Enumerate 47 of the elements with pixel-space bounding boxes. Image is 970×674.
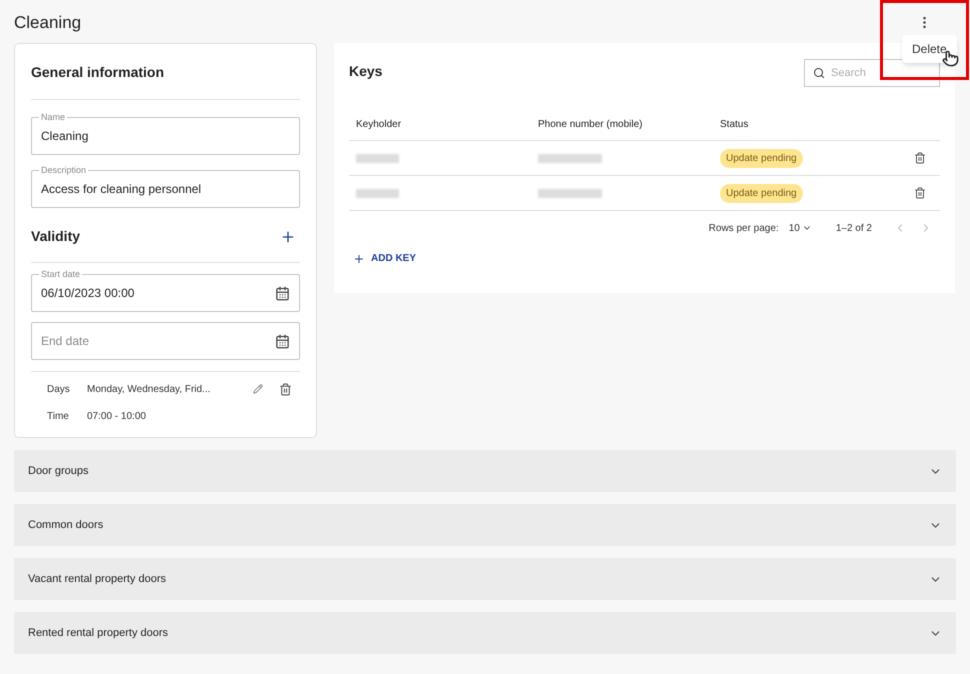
- field-placeholder: End date: [41, 333, 90, 350]
- page-range: 1–2 of 2: [836, 222, 872, 236]
- delete-icon[interactable]: [914, 152, 926, 164]
- accordion-header[interactable]: Rented rental property doors: [14, 612, 956, 654]
- column-header: Status: [719, 118, 748, 132]
- field-label: Description: [39, 164, 88, 176]
- calendar-icon[interactable]: [275, 286, 290, 300]
- blurred-text: [356, 188, 399, 198]
- field-value: 06/10/2023 00:00: [41, 285, 134, 302]
- section-title: Validity: [31, 227, 80, 246]
- plus-icon: [353, 252, 365, 264]
- schedule-label: Days: [47, 382, 71, 396]
- field-label: Start date: [39, 268, 82, 280]
- delete-icon[interactable]: [279, 382, 292, 396]
- calendar-icon[interactable]: [275, 334, 290, 348]
- field-label: Name: [39, 111, 68, 123]
- rows-per-page-select[interactable]: 10: [788, 220, 812, 236]
- column-header: Keyholder: [355, 118, 402, 132]
- column-header: Phone number (mobile): [537, 118, 644, 132]
- status-badge: Update pending: [720, 148, 803, 168]
- status-badge: Update pending: [720, 184, 803, 202]
- schedule-value: 07:00 - 10:00: [87, 410, 147, 424]
- search-icon: [813, 67, 825, 79]
- blurred-text: [538, 154, 602, 162]
- field-value: Access for cleaning personnel: [41, 181, 202, 198]
- add-button[interactable]: [280, 228, 296, 244]
- accordion-header[interactable]: Vacant rental property doors: [14, 558, 956, 600]
- accordion-header[interactable]: Door groups: [14, 450, 956, 492]
- accordion-header[interactable]: Common doors: [14, 504, 956, 546]
- page-title: Cleaning: [14, 12, 82, 34]
- plus-icon: [280, 228, 296, 244]
- accordion-title: Vacant rental property doors: [28, 572, 166, 587]
- card-title: Keys: [349, 62, 382, 81]
- schedule-value: Monday, Wednesday, Frid...: [87, 382, 212, 396]
- add-key-button[interactable]: ADD KEY: [349, 251, 420, 266]
- field-value: Cleaning: [41, 128, 88, 145]
- rows-per-page-label: Rows per page:: [708, 222, 779, 236]
- accordion-title: Common doors: [28, 518, 104, 533]
- schedule-label: Time: [47, 410, 70, 424]
- card-title: General information: [31, 63, 166, 82]
- blurred-text: [356, 154, 399, 162]
- accordion-title: Rented rental property doors: [28, 626, 168, 641]
- delete-icon[interactable]: [914, 187, 926, 199]
- accordion-title: Door groups: [28, 464, 89, 479]
- edit-icon[interactable]: [253, 384, 263, 394]
- blurred-text: [538, 188, 602, 198]
- menu-item[interactable]: Delete: [912, 40, 947, 58]
